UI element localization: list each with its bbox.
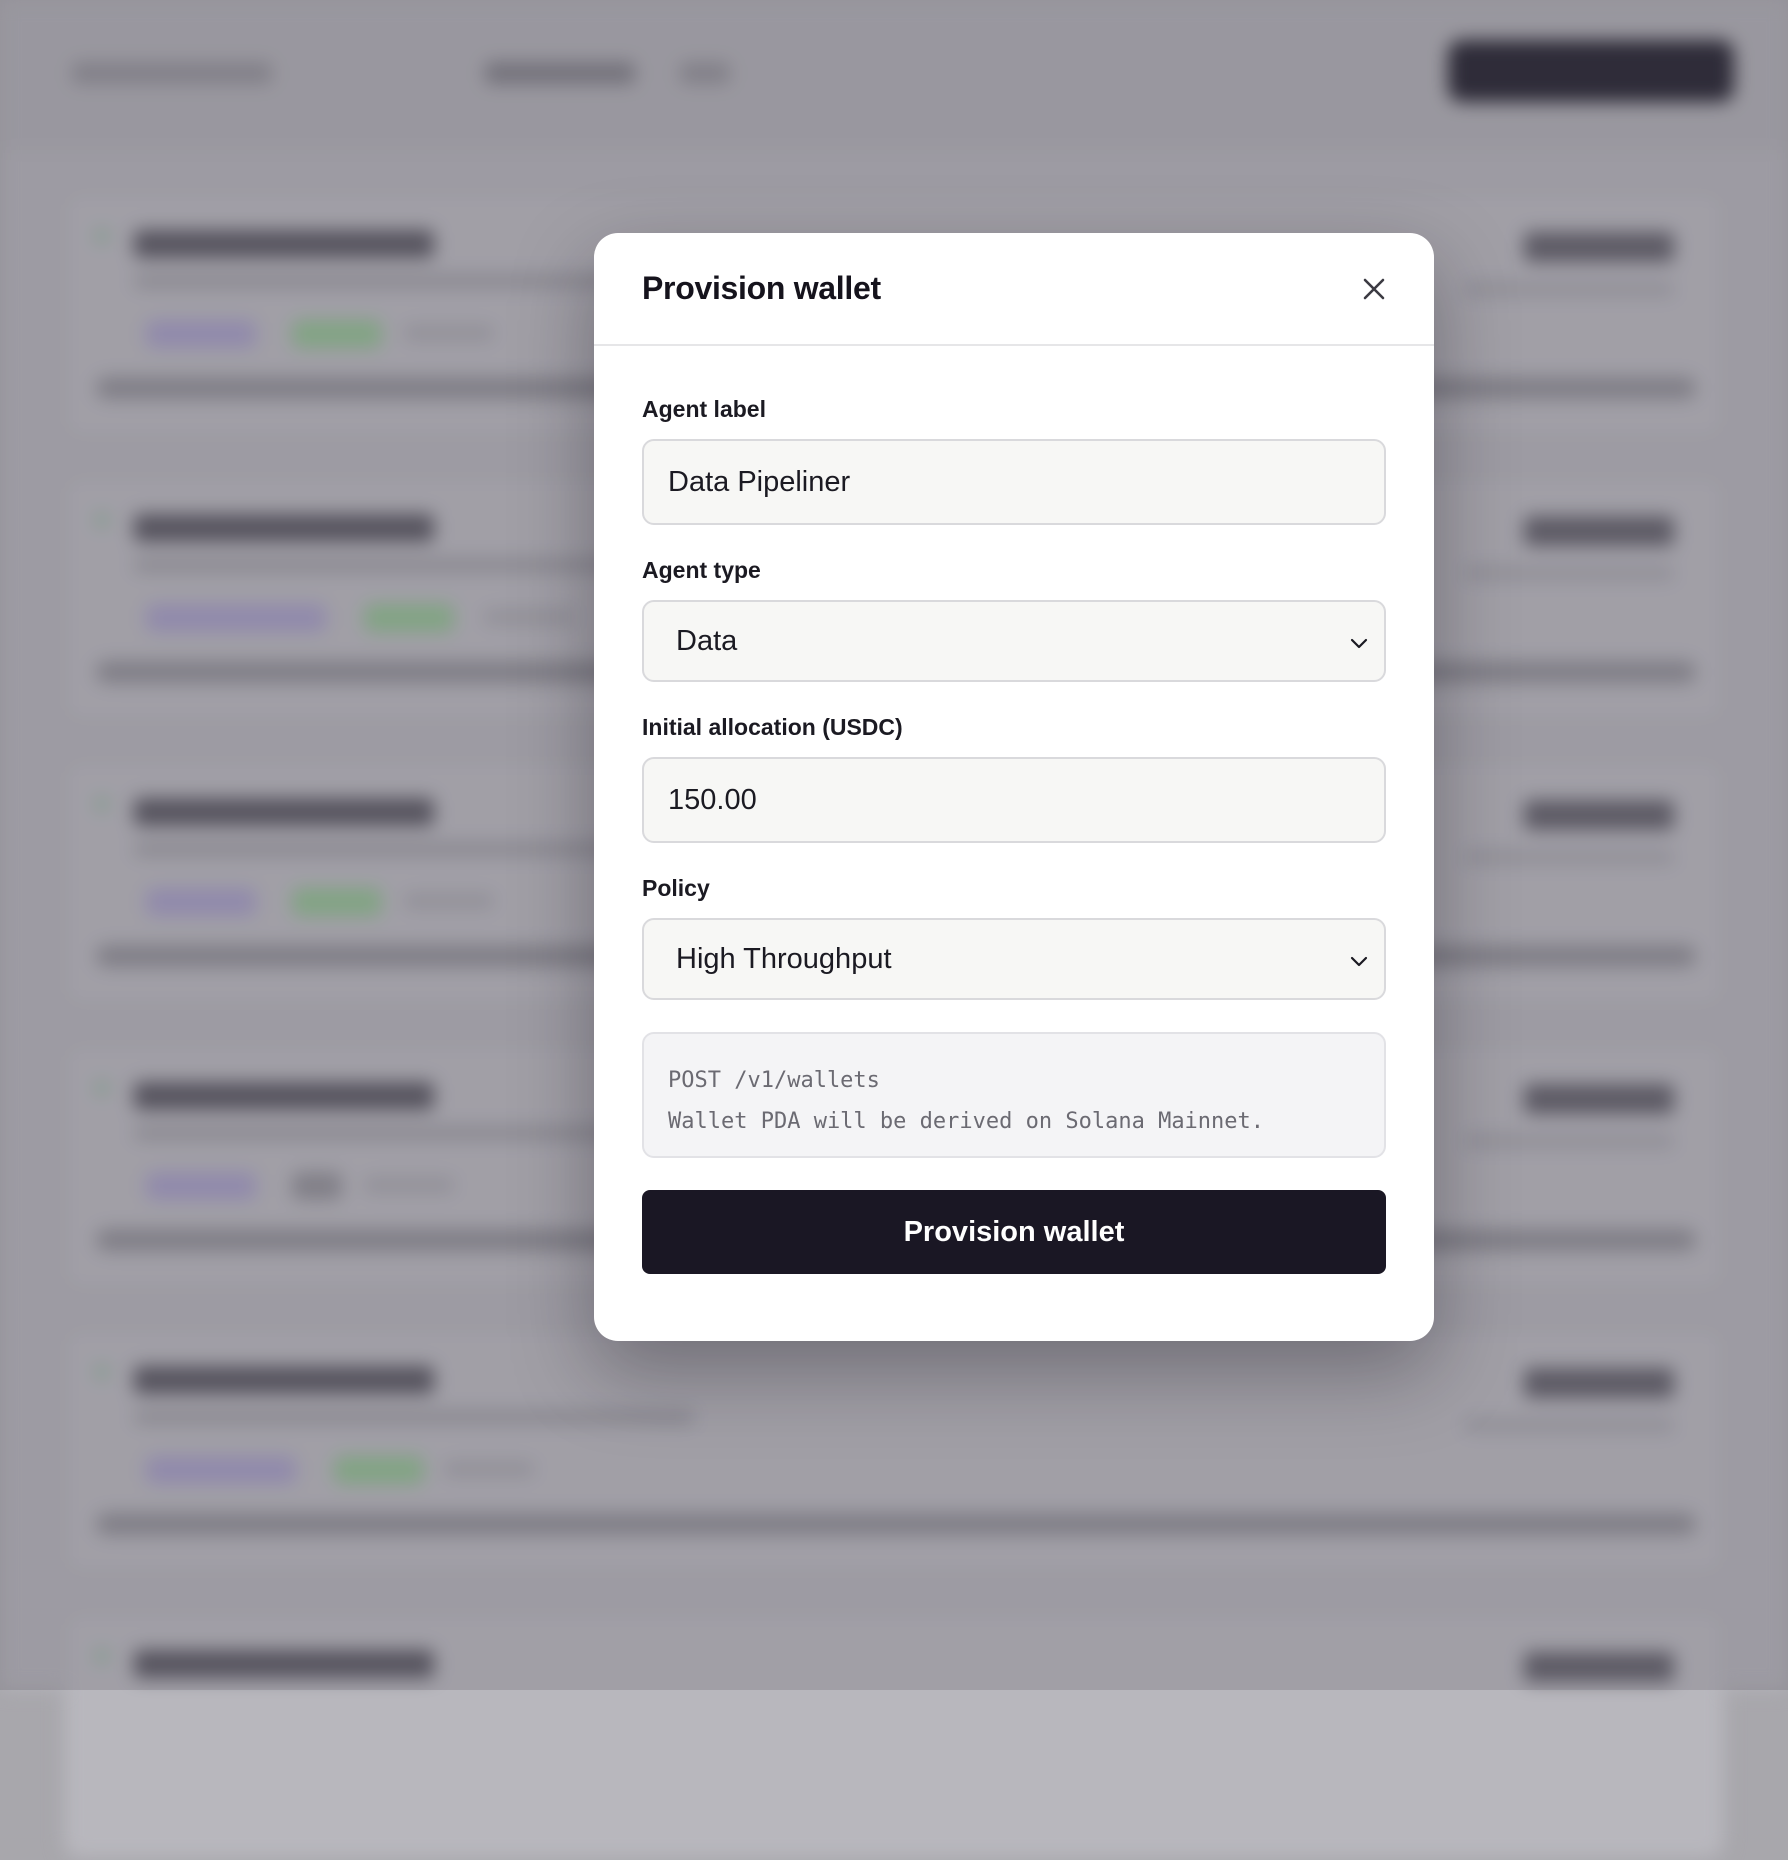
policy-field: Policy High Throughput (642, 875, 1386, 1000)
dialog-title: Provision wallet (642, 270, 881, 306)
dialog-body: Agent label Agent type Data Initial allo… (594, 346, 1434, 1274)
dialog-header: Provision wallet (594, 233, 1434, 346)
agent-type-select[interactable]: Data (642, 600, 1386, 682)
agent-type-selected-value: Data (676, 624, 738, 657)
provision-wallet-button[interactable]: Provision wallet (642, 1190, 1386, 1274)
policy-selected-value: High Throughput (676, 942, 892, 975)
close-button[interactable] (1354, 269, 1394, 309)
agent-label-input[interactable] (642, 439, 1386, 525)
initial-allocation-field: Initial allocation (USDC) (642, 714, 1386, 843)
api-info-box: POST /v1/wallets Wallet PDA will be deri… (642, 1032, 1386, 1158)
initial-allocation-input[interactable] (642, 757, 1386, 843)
api-note-text: Wallet PDA will be derived on Solana Mai… (668, 1109, 1265, 1134)
agent-label-field: Agent label (642, 396, 1386, 525)
close-icon (1363, 278, 1385, 299)
chevron-down-icon (1350, 956, 1368, 967)
policy-select[interactable]: High Throughput (642, 918, 1386, 1000)
agent-type-label: Agent type (642, 557, 761, 583)
provision-wallet-dialog: Provision wallet Agent label Agent type … (594, 233, 1434, 1341)
agent-label-label: Agent label (642, 396, 766, 422)
agent-type-field: Agent type Data (642, 557, 1386, 682)
policy-label: Policy (642, 875, 710, 901)
api-endpoint-text: POST /v1/wallets (668, 1068, 880, 1093)
chevron-down-icon (1350, 638, 1368, 649)
initial-allocation-label: Initial allocation (USDC) (642, 714, 903, 740)
